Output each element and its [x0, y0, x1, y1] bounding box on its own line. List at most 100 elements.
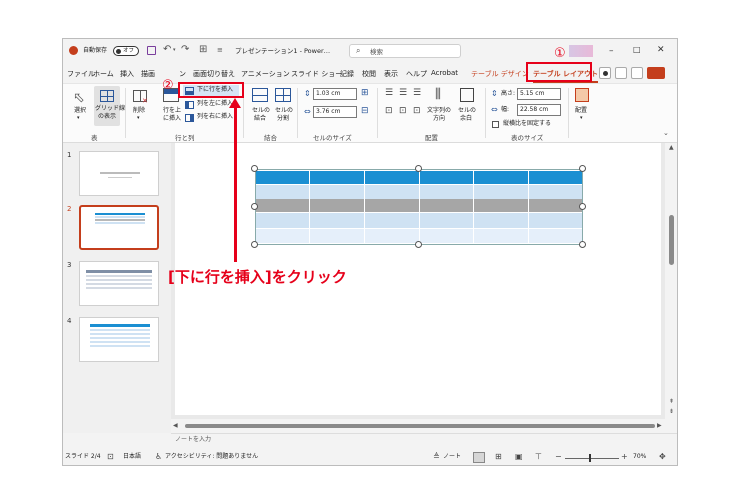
split-cells-icon[interactable]	[275, 88, 291, 102]
table-width-input[interactable]: 22.58 cm	[517, 104, 561, 116]
resize-handle[interactable]	[579, 165, 586, 172]
presenter-icon[interactable]: ⊞	[199, 45, 207, 55]
undo-icon[interactable]: ↶	[163, 45, 171, 55]
slide-thumbnail-1[interactable]	[79, 151, 159, 196]
tab-table-design[interactable]: テーブル デザイン	[471, 69, 529, 79]
slide-thumbnail-4[interactable]	[79, 317, 159, 362]
distribute-rows-icon[interactable]: ⊞	[361, 89, 369, 98]
account-avatar[interactable]	[569, 45, 593, 57]
minimize-icon[interactable]: –	[609, 47, 614, 56]
notes-pane[interactable]: ノートを入力	[171, 433, 677, 447]
tab-transitions[interactable]: 画面切り替え	[193, 69, 235, 79]
resize-handle[interactable]	[415, 165, 422, 172]
split-label-1[interactable]: セルの	[275, 107, 293, 115]
save-icon[interactable]	[147, 46, 156, 55]
hscroll-thumb[interactable]	[185, 424, 655, 428]
scroll-thumb[interactable]	[669, 215, 674, 265]
lock-ratio-checkbox[interactable]	[492, 121, 499, 128]
tab-home[interactable]: ホーム	[93, 69, 114, 79]
insert-above-label-2[interactable]: に挿入	[163, 115, 181, 123]
close-icon[interactable]: ✕	[657, 46, 665, 55]
notes-icon[interactable]: ≜	[433, 453, 440, 461]
next-slide-icon[interactable]: ⇟	[669, 409, 674, 415]
slide-sorter-icon[interactable]: ⊞	[495, 453, 502, 461]
table[interactable]	[251, 165, 586, 248]
zoom-out-icon[interactable]: −	[555, 453, 562, 461]
zoom-slider-thumb[interactable]	[589, 454, 591, 462]
slide-thumbnail-3[interactable]	[79, 261, 159, 306]
insert-above-label-1[interactable]: 行を上	[163, 107, 181, 115]
autosave-toggle[interactable]: オフ	[113, 46, 139, 56]
record-button[interactable]	[599, 67, 611, 79]
col-width-input[interactable]: 3.76 cm	[313, 106, 357, 118]
tab-file[interactable]: ファイル	[67, 69, 95, 79]
scroll-left-icon[interactable]: ◀	[173, 423, 178, 429]
vertical-scrollbar[interactable]: ▲ ⇞ ⇟	[665, 143, 677, 433]
accessibility-status[interactable]: アクセシビリティ: 問題ありません	[165, 453, 258, 461]
insert-right-icon[interactable]	[185, 114, 194, 122]
comments-button[interactable]	[631, 67, 643, 79]
tab-design[interactable]: ン	[179, 69, 186, 79]
tab-review[interactable]: 校閲	[362, 69, 376, 79]
tab-help[interactable]: ヘルプ	[406, 69, 427, 79]
text-direction-label-2[interactable]: 方向	[433, 115, 445, 123]
slide-thumbnail-2[interactable]	[79, 205, 159, 250]
merge-cells-icon[interactable]	[252, 88, 268, 102]
prev-slide-icon[interactable]: ⇞	[669, 399, 674, 405]
split-label-2[interactable]: 分割	[277, 115, 289, 123]
zoom-in-icon[interactable]: +	[621, 453, 628, 461]
zoom-level[interactable]: 70%	[633, 453, 646, 461]
resize-handle[interactable]	[251, 165, 258, 172]
align-top-icon[interactable]: ⊡	[385, 107, 393, 116]
normal-view-icon[interactable]	[473, 452, 485, 463]
scroll-up-icon[interactable]: ▲	[669, 145, 674, 151]
cell-margin-label-1[interactable]: セルの	[458, 107, 476, 115]
select-icon[interactable]: ⬁	[73, 90, 85, 106]
horizontal-scrollbar[interactable]: ◀ ▶	[171, 419, 665, 433]
gridlines-button[interactable]: グリッド線 の表示	[94, 86, 125, 126]
align-bottom-icon[interactable]: ⊡	[413, 107, 421, 116]
scroll-right-icon[interactable]: ▶	[657, 423, 662, 429]
align-center-icon[interactable]: ☰	[399, 89, 407, 98]
tab-view[interactable]: 表示	[384, 69, 398, 79]
tab-animations[interactable]: アニメーション	[241, 69, 290, 79]
insert-left-icon[interactable]	[185, 101, 194, 109]
cell-margin-icon[interactable]	[460, 88, 474, 102]
tab-slideshow[interactable]: スライド ショー	[291, 69, 342, 79]
language[interactable]: 日本語	[123, 453, 141, 461]
text-direction-icon[interactable]: ⫼	[435, 88, 441, 101]
accessibility-icon[interactable]: ♿	[155, 453, 162, 461]
undo-dropdown-icon[interactable]: ▾	[173, 48, 176, 53]
align-middle-icon[interactable]: ⊡	[399, 107, 407, 116]
fit-to-window-icon[interactable]: ✥	[659, 453, 666, 461]
align-left-icon[interactable]: ☰	[385, 89, 393, 98]
arrange-icon[interactable]	[575, 88, 589, 102]
tab-acrobat[interactable]: Acrobat	[431, 69, 458, 77]
reading-view-icon[interactable]: ▣	[515, 453, 523, 461]
slideshow-icon[interactable]: ⊤	[535, 453, 542, 461]
merge-label-2[interactable]: 結合	[254, 115, 266, 123]
maximize-icon[interactable]: □	[633, 46, 641, 54]
align-right-icon[interactable]: ☰	[413, 89, 421, 98]
resize-handle[interactable]	[579, 203, 586, 210]
merge-label-1[interactable]: セルの	[252, 107, 270, 115]
notes-toggle-label[interactable]: ノート	[443, 453, 461, 461]
share-button[interactable]	[647, 67, 665, 79]
cell-margin-label-2[interactable]: 余白	[460, 115, 472, 123]
table-height-input[interactable]: 5.15 cm	[517, 88, 561, 100]
resize-handle[interactable]	[415, 241, 422, 248]
resize-handle[interactable]	[579, 241, 586, 248]
customize-toolbar-icon[interactable]: ≡	[217, 47, 223, 54]
redo-icon[interactable]: ↷	[181, 45, 189, 55]
search-box[interactable]: ⌕ 検索	[349, 44, 461, 58]
collapse-ribbon-icon[interactable]: ⌄	[663, 130, 669, 137]
spellcheck-icon[interactable]: ⊡	[107, 453, 114, 461]
tab-record[interactable]: 記録	[340, 69, 354, 79]
arrange-label[interactable]: 配置	[575, 107, 587, 115]
resize-handle[interactable]	[251, 241, 258, 248]
insert-left-label[interactable]: 列を左に挿入	[197, 100, 233, 108]
tab-draw[interactable]: 描画	[141, 69, 155, 79]
zoom-slider-track[interactable]	[565, 458, 619, 459]
resize-handle[interactable]	[251, 203, 258, 210]
row-height-input[interactable]: 1.03 cm	[313, 88, 357, 100]
